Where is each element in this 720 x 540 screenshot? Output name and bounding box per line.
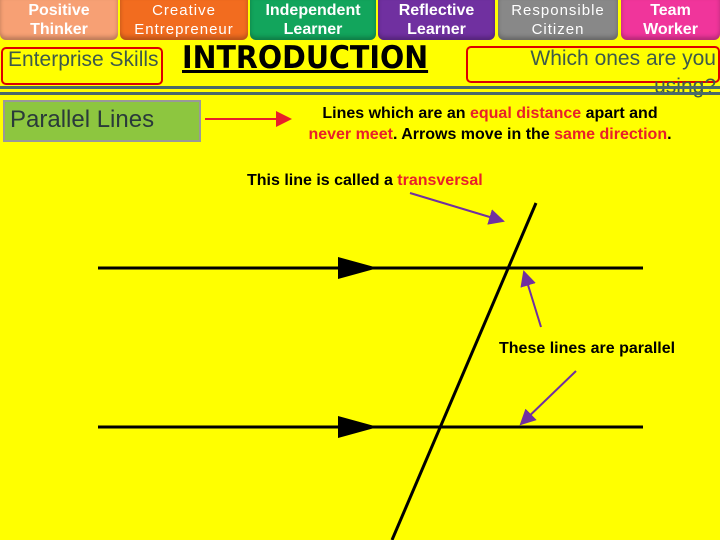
direction-arrow-top (338, 257, 378, 279)
diagram (98, 111, 643, 540)
direction-arrow-bottom (338, 416, 378, 438)
parallel-pointer-up (520, 270, 542, 328)
transversal-line (390, 202, 538, 540)
parallel-pointer-down (519, 370, 577, 426)
transversal-pointer (409, 192, 505, 225)
